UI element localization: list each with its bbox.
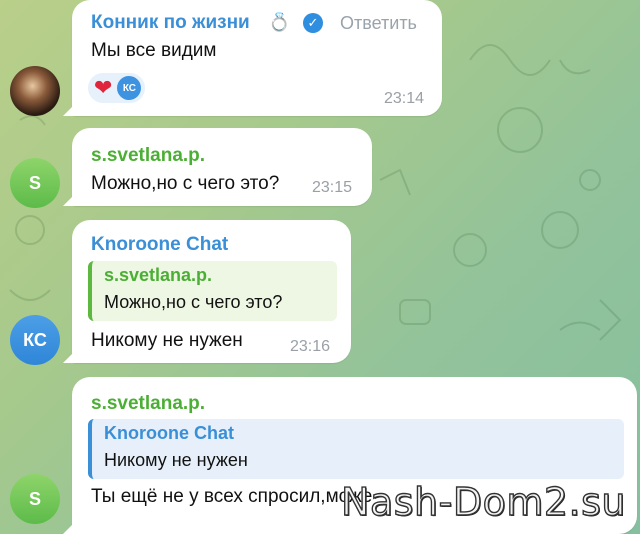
message-bubble[interactable]: Knoroone Chat s.svetlana.p. Можно,но с ч… (72, 220, 351, 363)
message-bubble[interactable]: Конник по жизни 💍 ✓ Ответить Мы все види… (72, 0, 442, 116)
message-time: 23:15 (312, 179, 353, 196)
quote-text: Можно,но с чего это? (104, 292, 283, 312)
quote-sender: s.svetlana.p. (104, 265, 213, 285)
reaction-chip[interactable]: ❤ КС (88, 73, 146, 103)
ring-icon: 💍 (268, 12, 291, 32)
avatar-knoroone[interactable]: КС (10, 315, 60, 365)
quote-sender: Knoroone Chat (104, 423, 234, 443)
message-text: Мы все видим (91, 40, 217, 61)
message-text: Ты ещё не у всех спросил,може (91, 486, 373, 507)
sender-name[interactable]: Knoroone Chat (91, 234, 228, 256)
verified-icon: ✓ (303, 13, 323, 33)
reply-quote[interactable]: Knoroone Chat Никому не нужен (88, 419, 624, 479)
avatar-konnik[interactable] (10, 66, 60, 116)
message-text: Можно,но с чего это? (91, 173, 280, 194)
sender-name[interactable]: Конник по жизни (91, 12, 250, 34)
message-bubble[interactable]: s.svetlana.p. Можно,но с чего это? 23:15 (72, 128, 372, 206)
quote-text: Никому не нужен (104, 450, 248, 470)
heart-icon: ❤ (94, 75, 113, 100)
reply-quote[interactable]: s.svetlana.p. Можно,но с чего это? (88, 261, 337, 321)
message-time: 23:16 (290, 338, 331, 355)
message-text: Никому не нужен (91, 330, 243, 351)
watermark: Nash-Dom2.su (340, 479, 626, 524)
sender-name[interactable]: s.svetlana.p. (91, 393, 205, 415)
sender-name[interactable]: s.svetlana.p. (91, 145, 205, 167)
avatar-svetlana[interactable]: S (10, 474, 60, 524)
avatar-svetlana[interactable]: S (10, 158, 60, 208)
message-time: 23:14 (384, 90, 425, 107)
reply-button[interactable]: Ответить (340, 13, 417, 34)
reaction-avatar: КС (117, 76, 142, 100)
